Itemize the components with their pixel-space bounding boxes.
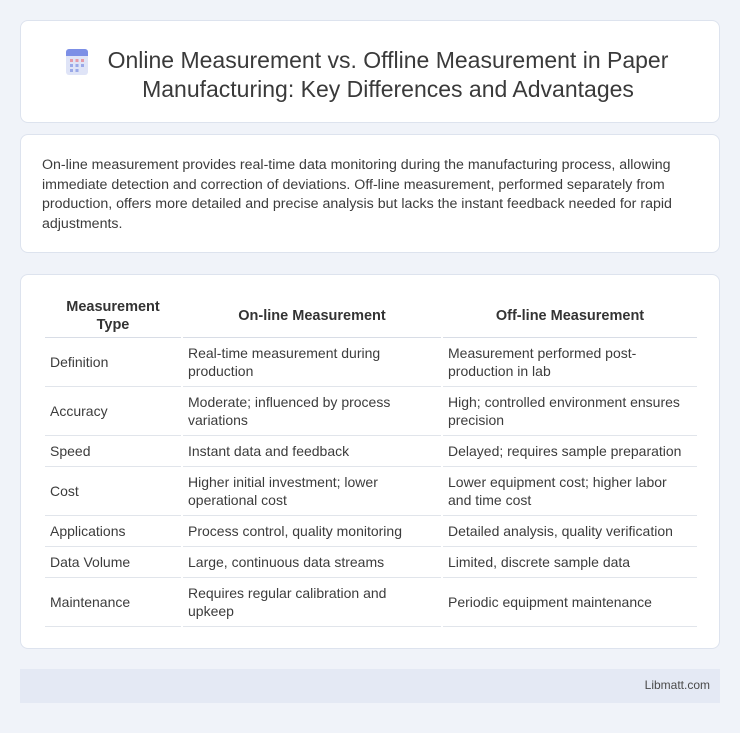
online-cell: Instant data and feedback xyxy=(183,436,441,467)
row-label: Applications xyxy=(45,516,181,547)
offline-cell: High; controlled environment ensures pre… xyxy=(443,387,697,436)
header-offline: Off-line Measurement xyxy=(443,295,697,338)
online-cell: Large, continuous data streams xyxy=(183,547,441,578)
document-icon xyxy=(66,49,88,75)
row-label: Accuracy xyxy=(45,387,181,436)
row-label: Maintenance xyxy=(45,578,181,627)
header-card: Online Measurement vs. Offline Measureme… xyxy=(20,20,720,123)
online-cell: Real-time measurement during production xyxy=(183,338,441,387)
offline-cell: Limited, discrete sample data xyxy=(443,547,697,578)
table-header-row: Measurement Type On-line Measurement Off… xyxy=(45,295,697,338)
comparison-table: Measurement Type On-line Measurement Off… xyxy=(43,295,699,627)
table-row: Speed Instant data and feedback Delayed;… xyxy=(45,436,697,467)
online-cell: Higher initial investment; lower operati… xyxy=(183,467,441,516)
table-row: Accuracy Moderate; influenced by process… xyxy=(45,387,697,436)
table-row: Applications Process control, quality mo… xyxy=(45,516,697,547)
header-measurement-type: Measurement Type xyxy=(45,295,181,338)
summary-card: On-line measurement provides real-time d… xyxy=(20,134,720,253)
table-row: Data Volume Large, continuous data strea… xyxy=(45,547,697,578)
online-cell: Process control, quality monitoring xyxy=(183,516,441,547)
summary-text: On-line measurement provides real-time d… xyxy=(42,157,672,232)
table-row: Maintenance Requires regular calibration… xyxy=(45,578,697,627)
offline-cell: Delayed; requires sample preparation xyxy=(443,436,697,467)
online-cell: Requires regular calibration and upkeep xyxy=(183,578,441,627)
table-row: Definition Real-time measurement during … xyxy=(45,338,697,387)
offline-cell: Periodic equipment maintenance xyxy=(443,578,697,627)
header-online: On-line Measurement xyxy=(183,295,441,338)
offline-cell: Lower equipment cost; higher labor and t… xyxy=(443,467,697,516)
row-label: Cost xyxy=(45,467,181,516)
row-label: Speed xyxy=(45,436,181,467)
footer-bar: Libmatt.com xyxy=(20,669,720,703)
offline-cell: Detailed analysis, quality verification xyxy=(443,516,697,547)
page-title: Online Measurement vs. Offline Measureme… xyxy=(107,47,669,102)
offline-cell: Measurement performed post-production in… xyxy=(443,338,697,387)
row-label: Data Volume xyxy=(45,547,181,578)
table-row: Cost Higher initial investment; lower op… xyxy=(45,467,697,516)
comparison-card: Measurement Type On-line Measurement Off… xyxy=(20,274,720,649)
footer-site-link[interactable]: Libmatt.com xyxy=(645,678,710,692)
online-cell: Moderate; influenced by process variatio… xyxy=(183,387,441,436)
row-label: Definition xyxy=(45,338,181,387)
